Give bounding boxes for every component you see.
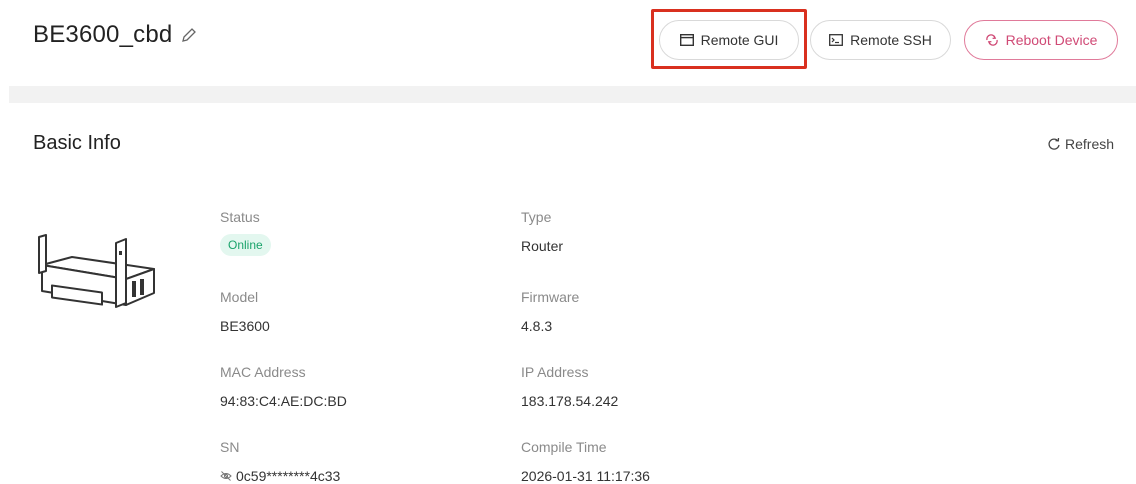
remote-gui-label: Remote GUI [700,32,779,48]
model-value: BE3600 [220,318,270,334]
status-badge: Online [220,234,271,256]
firmware-field: Firmware 4.8.3 [521,288,579,335]
sn-field: SN 0c59********4c33 [220,438,340,484]
ip-label: IP Address [521,364,589,380]
ip-field: IP Address 183.178.54.242 [521,363,618,410]
eye-slash-icon[interactable] [220,470,232,482]
compile-time-label: Compile Time [521,439,607,455]
sn-value-row: 0c59********4c33 [220,467,340,484]
type-value: Router [521,238,564,254]
sn-value: 0c59********4c33 [236,468,341,484]
basic-info-title: Basic Info [33,132,121,154]
reboot-device-button[interactable]: Reboot Device [964,20,1118,60]
firmware-label: Firmware [521,289,580,305]
compile-time-value: 2026-01-31 11:17:36 [521,468,650,484]
window-icon [679,34,694,46]
sn-label: SN [220,439,240,455]
status-label: Status [220,209,260,225]
ip-value: 183.178.54.242 [521,393,619,409]
refresh-icon [1048,137,1060,150]
mac-field: MAC Address 94:83:C4:AE:DC:BD [220,363,347,410]
remote-ssh-label: Remote SSH [850,32,932,48]
firmware-value: 4.8.3 [521,318,553,334]
router-image [38,234,155,308]
refresh-button[interactable]: Refresh [1047,136,1114,152]
mac-value: 94:83:C4:AE:DC:BD [220,393,347,409]
reboot-icon [985,34,998,46]
terminal-icon [829,34,844,46]
title-group: BE3600_cbd [33,21,198,49]
mac-label: MAC Address [220,364,306,380]
type-label: Type [521,209,552,225]
section-divider [9,86,1136,103]
reboot-device-label: Reboot Device [1005,32,1098,48]
remote-gui-button[interactable]: Remote GUI [659,20,799,60]
remote-ssh-button[interactable]: Remote SSH [810,20,951,60]
status-field: Status Online [220,208,271,256]
model-label: Model [220,289,259,305]
type-field: Type Router [521,208,563,255]
compile-time-field: Compile Time 2026-01-31 11:17:36 [521,438,650,484]
refresh-label: Refresh [1065,136,1115,152]
device-header: BE3600_cbd Remote GUI Remote SSH Reboot … [0,0,1136,86]
pencil-icon[interactable] [180,26,198,44]
device-title: BE3600_cbd [33,21,173,48]
model-field: Model BE3600 [220,288,270,335]
